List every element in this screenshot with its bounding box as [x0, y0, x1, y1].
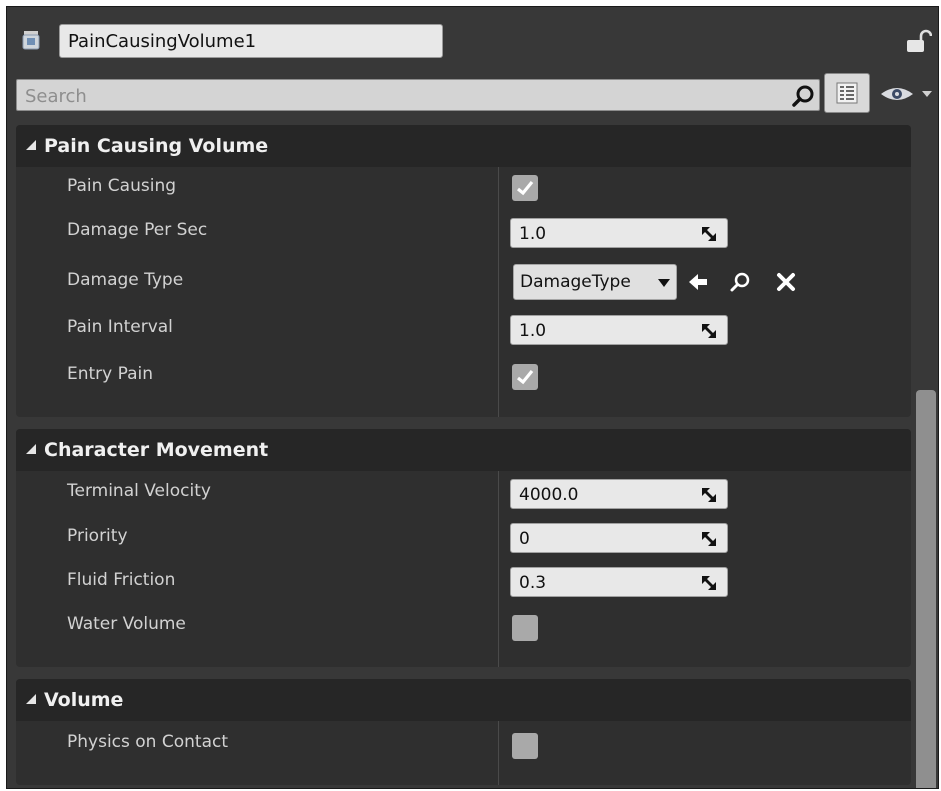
actor-name-field[interactable]	[59, 24, 443, 58]
property-label-damage-per-sec: Damage Per Sec	[67, 220, 208, 240]
chevron-down-icon[interactable]	[921, 89, 933, 99]
collapse-triangle-icon	[26, 140, 36, 150]
property-label-pain-causing: Pain Causing	[67, 176, 177, 196]
column-divider	[498, 721, 499, 785]
scrollbar-thumb[interactable]	[916, 390, 936, 788]
expand-arrows-icon	[702, 227, 716, 241]
property-label-damage-type: Damage Type	[67, 270, 184, 290]
section-title: Pain Causing Volume	[44, 135, 269, 157]
section-title: Character Movement	[44, 439, 269, 461]
priority-field[interactable]	[510, 523, 728, 554]
section-character-movement: Character Movement Terminal Velocity Pri…	[16, 429, 911, 667]
property-label-terminal-velocity: Terminal Velocity	[67, 481, 211, 501]
property-label-physics-on-contact: Physics on Contact	[67, 732, 228, 752]
section-header[interactable]: Pain Causing Volume	[16, 125, 911, 167]
pain-causing-volume-icon	[22, 31, 40, 50]
column-divider	[498, 471, 499, 667]
collapse-triangle-icon	[26, 444, 36, 454]
clear-close-icon[interactable]	[775, 271, 797, 293]
search-icon[interactable]	[791, 84, 815, 108]
section-header[interactable]: Volume	[16, 679, 911, 721]
checkmark-icon	[517, 369, 534, 385]
pain-causing-checkbox[interactable]	[512, 175, 538, 201]
section-pain-causing-volume: Pain Causing Volume Pain Causing Damage …	[16, 125, 911, 417]
damage-type-value: DamageType	[520, 272, 631, 292]
damage-type-combo[interactable]: DamageType	[513, 264, 677, 300]
property-label-pain-interval: Pain Interval	[67, 317, 173, 337]
terminal-velocity-input[interactable]	[517, 480, 691, 510]
column-divider	[498, 167, 499, 417]
expand-arrows-icon	[702, 576, 716, 590]
property-label-entry-pain: Entry Pain	[67, 364, 154, 384]
section-title: Volume	[44, 689, 124, 711]
entry-pain-checkbox[interactable]	[512, 364, 538, 390]
expand-arrows-icon	[702, 532, 716, 546]
details-panel: Pain Causing Volume Pain Causing Damage …	[6, 6, 939, 789]
eye-icon[interactable]	[879, 85, 915, 103]
section-volume: Volume Physics on Contact	[16, 679, 911, 785]
fluid-friction-input[interactable]	[517, 568, 691, 598]
search-input[interactable]	[23, 80, 767, 112]
lock-icon[interactable]	[906, 29, 932, 53]
physics-on-contact-checkbox[interactable]	[512, 733, 538, 759]
search-bar	[16, 79, 820, 112]
water-volume-checkbox[interactable]	[512, 615, 538, 641]
grid-view-icon	[836, 82, 858, 104]
priority-input[interactable]	[517, 524, 691, 554]
collapse-triangle-icon	[26, 694, 36, 704]
section-header[interactable]: Character Movement	[16, 429, 911, 471]
checkmark-icon	[517, 180, 534, 196]
grid-view-button[interactable]	[824, 73, 870, 113]
use-selected-arrow-icon[interactable]	[687, 271, 709, 293]
property-label-fluid-friction: Fluid Friction	[67, 570, 176, 590]
pain-interval-field[interactable]	[510, 315, 728, 346]
property-label-priority: Priority	[67, 526, 128, 546]
expand-arrows-icon	[702, 488, 716, 502]
fluid-friction-field[interactable]	[510, 567, 728, 598]
terminal-velocity-field[interactable]	[510, 479, 728, 510]
property-label-water-volume: Water Volume	[67, 614, 186, 634]
pain-interval-input[interactable]	[517, 316, 691, 346]
chevron-down-icon	[658, 279, 670, 287]
damage-per-sec-input[interactable]	[517, 219, 691, 249]
browse-search-icon[interactable]	[729, 271, 751, 293]
damage-per-sec-field[interactable]	[510, 218, 728, 249]
expand-arrows-icon	[702, 324, 716, 338]
